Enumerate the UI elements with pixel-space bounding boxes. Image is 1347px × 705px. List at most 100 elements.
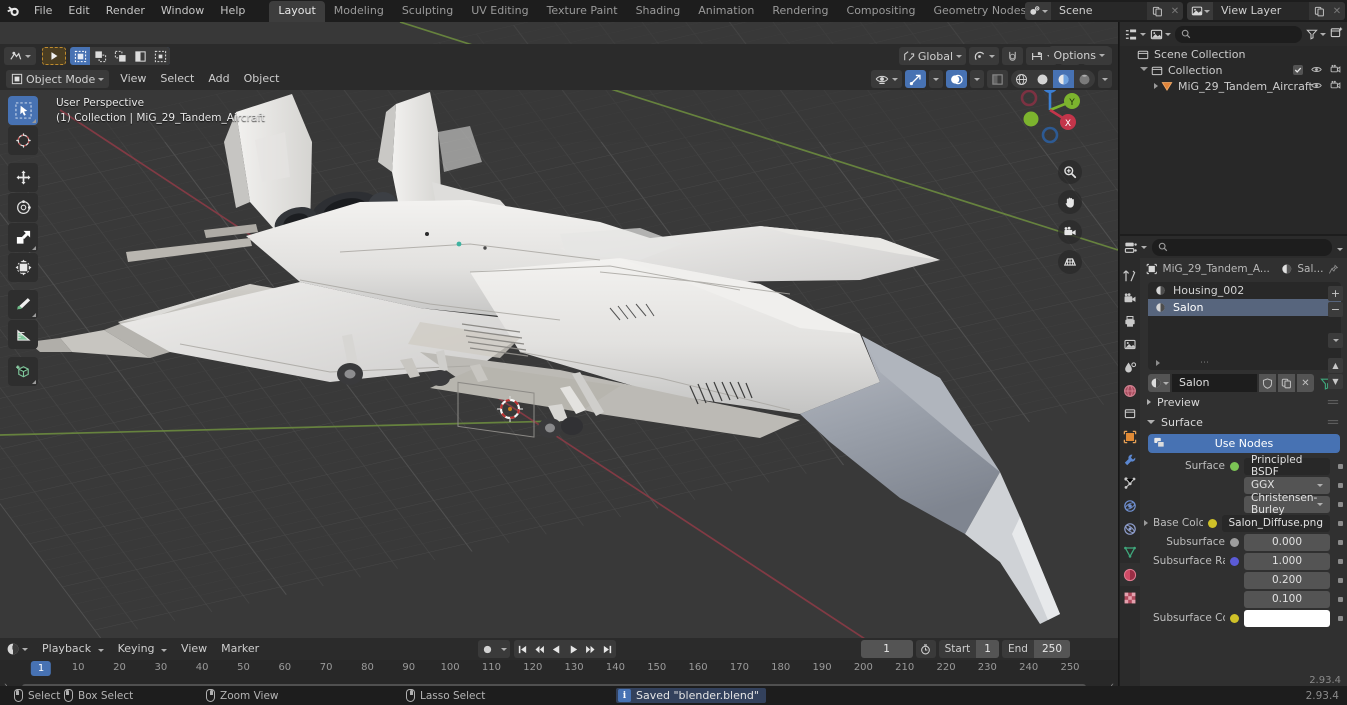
select-set-icon[interactable] [70,47,90,65]
view-layer-name[interactable]: View Layer [1213,2,1309,20]
move-slot-up-button[interactable]: ▲ [1328,358,1343,373]
frame-range-start[interactable]: Start 1 [938,640,999,658]
cursor-tool[interactable] [8,126,38,155]
properties-editor-type-selector[interactable] [1124,241,1147,254]
tab-constraints[interactable] [1120,517,1140,540]
fake-user-button[interactable] [1259,374,1276,392]
menu-window[interactable]: Window [153,1,212,21]
annotate-tool[interactable] [8,290,38,319]
scene-name[interactable]: Scene [1051,2,1147,20]
viewport-menu-object[interactable]: Object [237,70,287,88]
scene-selector[interactable]: Scene ✕ [1025,2,1183,20]
rendered-shading-icon[interactable] [1074,70,1095,88]
overlays-toggle[interactable] [946,70,967,88]
animate-property-icon[interactable] [1338,482,1343,488]
property-value[interactable]: Salon_Diffuse.png [1221,514,1330,532]
move-tool[interactable] [8,163,38,192]
workspace-tab-animation[interactable]: Animation [689,1,763,22]
disable-in-renders-icon[interactable] [1330,64,1341,77]
property-dropdown[interactable]: GGX [1244,476,1330,494]
workspace-tab-texture-paint[interactable]: Texture Paint [538,1,627,22]
tab-object-data[interactable] [1120,540,1140,563]
move-slot-down-button[interactable]: ▼ [1328,374,1343,389]
animate-property-icon[interactable] [1338,539,1343,545]
timeline-editor[interactable]: Playback Keying View Marker 1 Start 1 En… [0,638,1118,691]
overlay-options-dropdown[interactable] [970,70,984,88]
socket-dot-icon[interactable] [1230,556,1239,566]
viewport-menu-select[interactable]: Select [153,70,201,88]
next-keyframe-button[interactable] [582,640,599,658]
timeline-menu-view[interactable]: View [174,640,214,658]
outliner-row[interactable]: MiG_29_Tandem_Aircraft [1120,78,1347,94]
jump-to-end-button[interactable] [599,640,616,658]
current-frame-field[interactable]: 1 [860,640,913,658]
property-number[interactable]: 0.100 [1244,590,1330,608]
tab-physics[interactable] [1120,494,1140,517]
auto-keying-toggle[interactable] [478,640,510,658]
menu-render[interactable]: Render [98,1,153,21]
outliner-row[interactable]: Scene Collection [1120,46,1347,62]
browse-material-icon[interactable] [1148,374,1170,392]
transform-orientation-selector[interactable]: Global [898,47,966,65]
scene-icon[interactable] [1025,2,1051,20]
use-nodes-button[interactable]: Use Nodes [1148,434,1340,453]
disclosure-triangle[interactable] [1140,66,1148,74]
breadcrumb-object-name[interactable]: MiG_29_Tandem_A... [1163,263,1270,275]
timeline-editor-type-selector[interactable] [6,642,28,656]
properties-options-dropdown[interactable] [1337,241,1343,254]
exclude-collection-checkbox[interactable] [1293,65,1303,75]
end-value[interactable]: 250 [1033,640,1070,658]
timeline-ruler[interactable]: 10 20 30 40 50 60 70 80 90 100 110 120 130 140 150 160 1… [0,660,1118,678]
outliner-search-input[interactable] [1175,25,1302,43]
timeline-menu-marker[interactable]: Marker [214,640,266,658]
perspective-grid-icon[interactable] [1058,250,1082,274]
properties-search-input[interactable] [1152,238,1332,256]
outliner-new-collection-icon[interactable] [1330,26,1343,42]
panel-header-surface[interactable]: Surface [1140,412,1347,432]
socket-dot-icon[interactable] [1230,537,1239,547]
animate-property-icon[interactable] [1338,615,1343,621]
new-scene-button[interactable] [1147,2,1167,20]
property-dropdown[interactable]: Christensen-Burley [1244,492,1330,516]
gizmo-options-dropdown[interactable] [929,70,943,88]
outliner-filter-icon[interactable] [1306,28,1326,40]
start-value[interactable]: 1 [976,640,999,658]
socket-dot-icon[interactable] [1230,461,1239,471]
tab-object[interactable] [1120,425,1140,448]
workspace-tab-compositing[interactable]: Compositing [838,1,925,22]
animate-property-icon[interactable] [1338,520,1343,526]
workspace-tab-layout[interactable]: Layout [269,0,325,22]
tweak-select-tool[interactable] [8,96,38,125]
workspace-tab-uv-editing[interactable]: UV Editing [462,1,537,22]
panel-header-preview[interactable]: Preview [1140,392,1347,412]
panel-disclosure-icon[interactable] [1147,399,1151,405]
animate-property-icon[interactable] [1338,501,1343,507]
pivot-point-selector[interactable] [969,47,999,65]
select-invert-icon[interactable] [130,47,150,65]
workspace-tab-geometry-nodes[interactable]: Geometry Nodes [924,1,1035,22]
timeline-menu-playback[interactable]: Playback [35,640,111,658]
hide-in-viewport-icon[interactable] [1311,64,1322,77]
workspace-tab-sculpting[interactable]: Sculpting [393,1,462,22]
3d-viewport[interactable]: User Perspective (1) Collection | MiG_29… [0,22,1118,638]
tab-tool[interactable] [1120,264,1140,287]
active-material-name[interactable]: Salon [1172,374,1257,392]
menu-edit[interactable]: Edit [60,1,97,21]
select-mode-group[interactable] [70,47,170,65]
outliner-editor[interactable]: Scene Collection Collection MiG_29_Tandem_… [1120,22,1347,234]
tab-render[interactable] [1120,287,1140,310]
wireframe-shading-icon[interactable] [1011,70,1032,88]
animate-property-icon[interactable] [1338,577,1343,583]
tab-particles[interactable] [1120,471,1140,494]
socket-dot-icon[interactable] [1230,613,1239,623]
editor-type-selector[interactable] [4,47,36,65]
previous-keyframe-button[interactable] [531,640,548,658]
scale-tool[interactable] [8,223,38,252]
properties-editor[interactable]: MiG_29_Tandem_A... Sal... Housing_002 Sal… [1120,236,1347,688]
camera-icon[interactable] [1058,220,1082,244]
add-cube-tool[interactable] [8,357,38,386]
view-layer-icon[interactable] [1187,2,1213,20]
animate-property-icon[interactable] [1338,558,1343,564]
workspace-tab-rendering[interactable]: Rendering [763,1,837,22]
animate-property-icon[interactable] [1338,463,1343,469]
